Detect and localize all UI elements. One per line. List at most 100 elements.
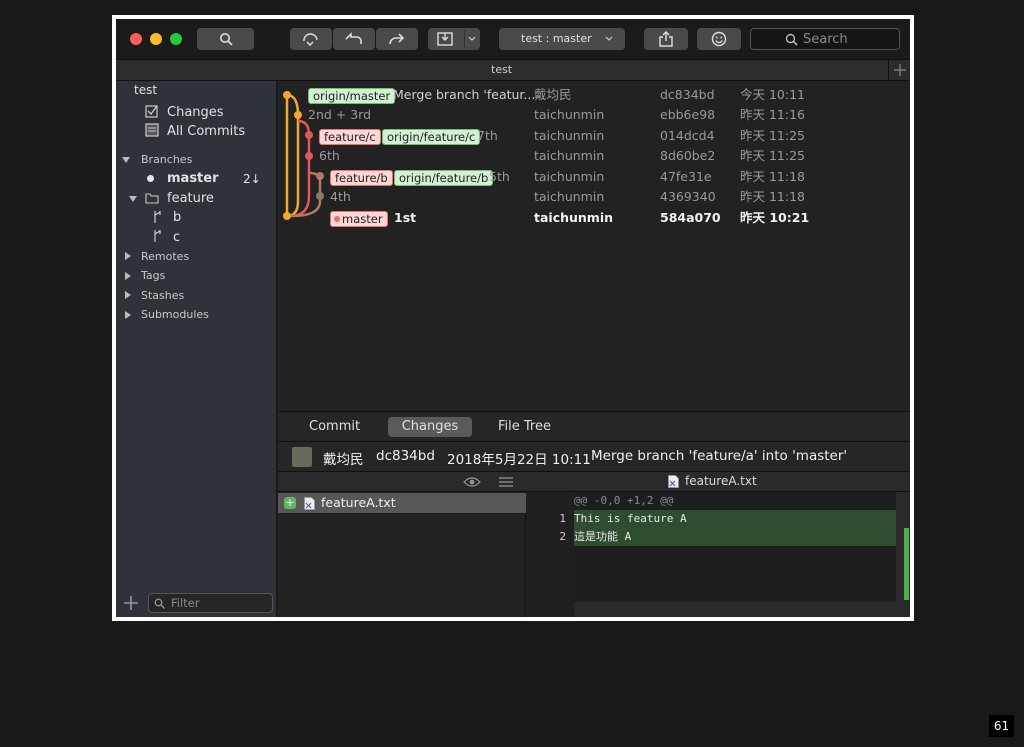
commit-row[interactable]: 2nd + 3rd taichunmin ebb6e98 昨天 11:16 [278,105,910,125]
diff-header: featureA.txt [526,471,910,492]
search-icon [785,33,798,46]
sidebar-section-submodules[interactable]: Submodules [141,308,209,321]
commit-info-bar: 戴均民 dc834bd 2018年5月22日 10:11 Merge branc… [278,441,910,471]
push-button[interactable] [376,28,418,50]
commit-message: 5th [489,169,510,184]
app-window: test : master Search test test Changes A… [116,19,910,617]
commit-date: 昨天 11:18 [740,169,805,184]
commit-hash: 47fe31e [660,169,712,184]
tab-commit[interactable]: Commit [309,417,360,437]
chevron-down-icon [468,36,476,41]
tab-changes[interactable]: Changes [388,417,472,437]
commit-hash: 8d60be2 [660,148,716,163]
commit-info-hash: dc834bd [376,448,435,464]
line-number: 1 [559,512,566,525]
branch-selector[interactable]: test : master [499,28,625,50]
commit-author: taichunmin [534,128,605,143]
commit-message: 7th [477,128,498,143]
commit-message: 6th [319,148,340,163]
disclosure-closed-icon[interactable] [124,311,132,319]
changes-icon [145,105,158,118]
smiley-icon [711,31,727,47]
fetch-icon [303,33,318,46]
commit-row[interactable]: 6th taichunmin 8d60be2 昨天 11:25 [278,146,910,166]
tab-file-tree[interactable]: File Tree [498,417,551,437]
zoom-window-button[interactable] [170,33,182,45]
disclosure-open-icon[interactable] [129,195,137,203]
pull-button[interactable] [333,28,375,50]
sidebar: test Changes All Commits Branches master… [116,81,277,617]
feedback-button[interactable] [697,28,741,50]
commit-hash: dc834bd [660,87,715,102]
sidebar-branch-master[interactable]: master [167,171,219,186]
share-button[interactable] [644,28,688,50]
diff-scrollbar[interactable] [896,492,910,617]
head-indicator [334,216,340,222]
disclosure-closed-icon[interactable] [124,291,132,299]
search-button[interactable] [197,28,254,50]
add-tab-button[interactable] [888,60,910,80]
share-icon [659,31,673,47]
sidebar-section-remotes[interactable]: Remotes [141,250,189,263]
sidebar-repo-name: test [134,83,158,97]
commit-row[interactable]: 4th taichunmin 4369340 昨天 11:18 [278,187,910,207]
commit-author: taichunmin [534,107,605,122]
sidebar-folder-feature[interactable]: feature [167,191,214,206]
avatar [292,447,312,467]
sidebar-section-tags[interactable]: Tags [141,269,165,282]
commit-date: 昨天 10:21 [740,210,810,225]
line-number: 2 [559,530,566,543]
file-name: featureA.txt [321,495,396,510]
stash-button[interactable] [428,28,480,50]
diff-file-name: featureA.txt [685,474,757,488]
commit-info-message: Merge branch 'feature/a' into 'master' [591,448,848,464]
close-window-button[interactable] [130,33,142,45]
search-placeholder: Search [803,32,848,47]
sidebar-branch-b[interactable]: b [173,210,181,225]
diff-view: @@ -0,0 +1,2 @@ 1 This is feature A 2 這是… [526,492,910,617]
sidebar-section-stashes[interactable]: Stashes [141,289,184,302]
branch-tag: origin/feature/b [394,170,494,186]
commit-author: taichunmin [534,189,605,204]
add-icon[interactable] [124,596,138,610]
diff-hunk-header: @@ -0,0 +1,2 @@ [574,492,896,510]
tab-test[interactable]: test [491,63,512,76]
horizontal-scrollbar[interactable] [574,602,896,617]
commit-message: 4th [330,189,351,204]
diff-added-line: 這是功能 A [574,528,896,546]
commit-date: 昨天 11:25 [740,128,805,143]
toolbar: test : master Search [116,19,910,59]
commit-row[interactable]: origin/master Merge branch 'featur... 戴均… [278,85,910,105]
branch-behind-badge: 2↓ [243,172,261,186]
commit-date: 昨天 11:18 [740,189,805,204]
sidebar-item-all-commits[interactable]: All Commits [167,124,245,139]
branch-tag: master [330,211,388,227]
text-file-icon [668,475,679,488]
branch-selector-label: test : master [521,32,592,45]
minimize-window-button[interactable] [150,33,162,45]
diff-added-line: This is feature A [574,510,896,528]
disclosure-closed-icon[interactable] [124,272,132,280]
branch-tag: feature/c [319,129,381,145]
sidebar-section-branches[interactable]: Branches [141,153,192,166]
sidebar-branch-c[interactable]: c [173,230,180,245]
commit-row[interactable]: feature/c origin/feature/c 7th taichunmi… [278,126,910,146]
list-view-icon[interactable] [499,477,513,487]
filter-input[interactable]: Filter [148,593,273,613]
commit-row[interactable]: feature/b origin/feature/b 5th taichunmi… [278,167,910,187]
commit-row-head[interactable]: master 1st taichunmin 584a070 昨天 10:21 [278,208,910,228]
commit-hash: 4369340 [660,189,716,204]
sidebar-item-changes[interactable]: Changes [167,105,224,120]
disclosure-open-icon[interactable] [122,156,130,164]
disclosure-closed-icon[interactable] [124,252,132,260]
search-input[interactable]: Search [750,28,900,50]
branch-icon [154,211,161,223]
folder-icon [145,193,159,204]
file-row[interactable]: + featureA.txt [278,493,526,513]
file-list-header [278,471,526,492]
commit-author: taichunmin [534,169,605,184]
fetch-button[interactable] [290,28,332,50]
search-icon [154,598,165,609]
eye-icon[interactable] [463,476,481,488]
branch-tag: feature/b [330,170,393,186]
